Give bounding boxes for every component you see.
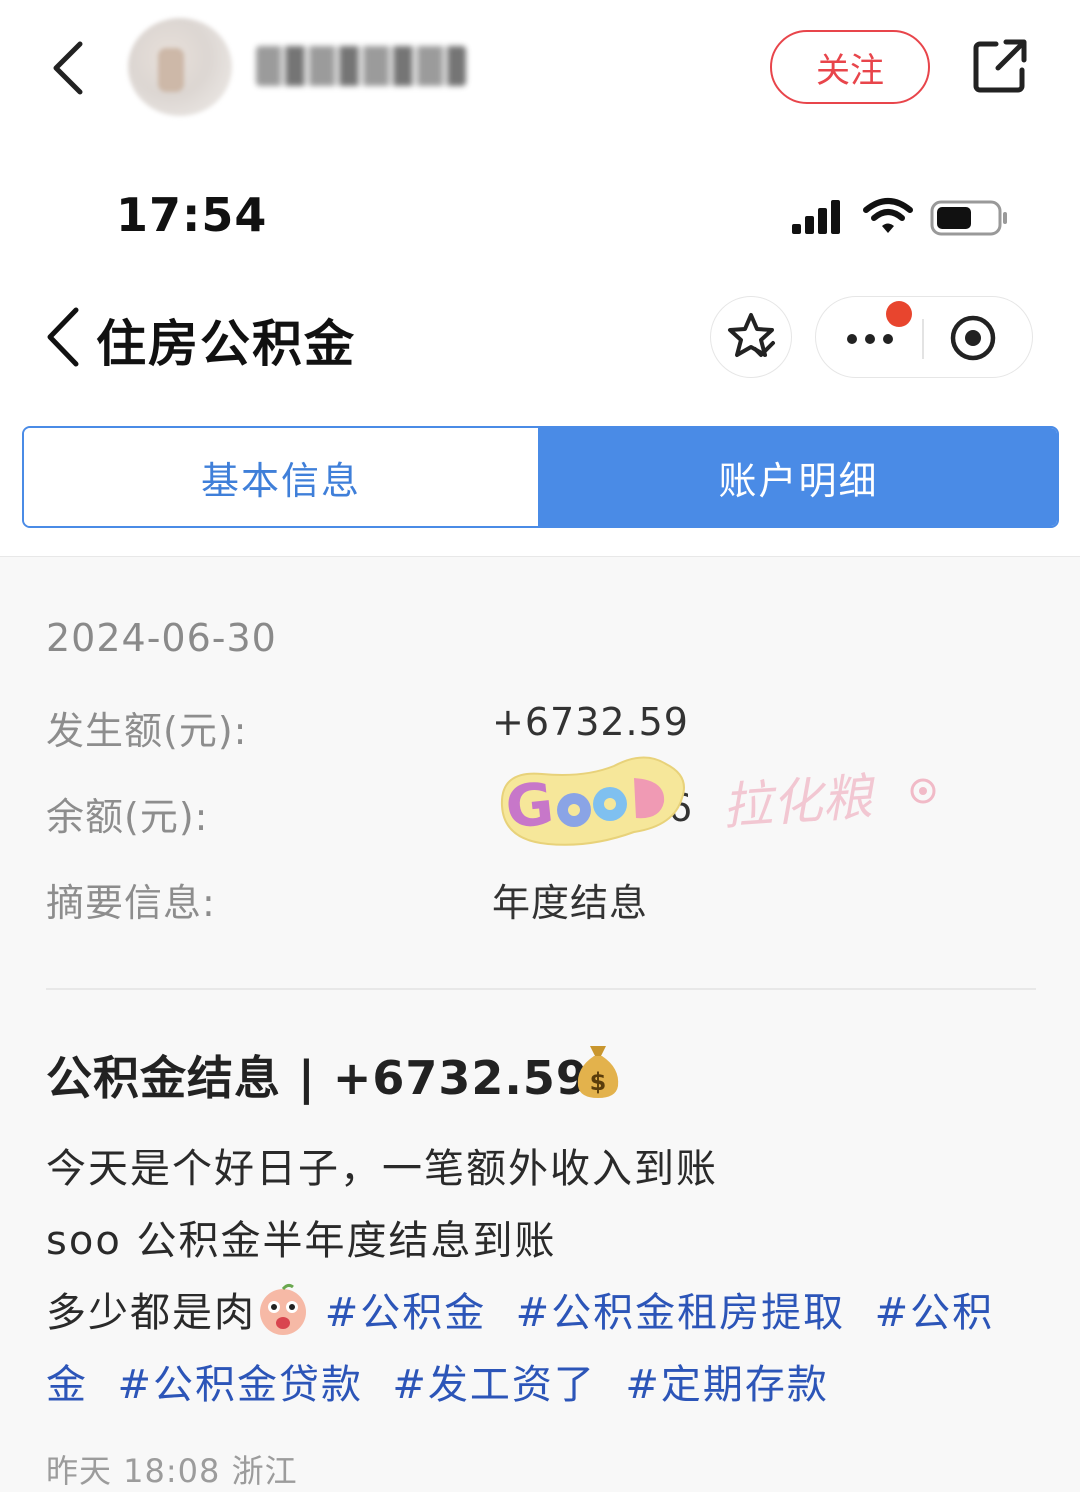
capsule-divider: [922, 319, 924, 359]
back-icon[interactable]: [46, 38, 96, 98]
amount-value: +6732.59: [492, 700, 689, 744]
svg-text:G: G: [502, 769, 556, 842]
avatar[interactable]: [128, 18, 232, 116]
record-date: 2024-06-30: [46, 616, 277, 660]
section-divider: [46, 988, 1036, 990]
status-time: 17:54: [116, 188, 268, 242]
post-line-4: 金 #公积金贷款 #发工资了 #定期存款: [46, 1352, 829, 1410]
post-line-3: 多少都是肉 #公积金 #公积金租房提取 #公积: [46, 1280, 994, 1338]
tab-basic-info[interactable]: 基本信息: [24, 428, 538, 526]
good-sticker: G: [500, 756, 685, 846]
face-emoji-icon: [260, 1283, 306, 1335]
mini-program-capsule: [815, 296, 1033, 378]
tab-account-detail[interactable]: 账户明细: [538, 428, 1057, 526]
wifi-icon: [863, 198, 913, 233]
post-line-2: soo 公积金半年度结息到账: [46, 1218, 557, 1264]
share-icon[interactable]: [970, 36, 1030, 96]
summary-value: 年度结息: [492, 881, 649, 925]
watermark-flower-icon: [910, 778, 936, 804]
hashtag-link[interactable]: #发工资了: [392, 1362, 596, 1408]
mp-back-icon[interactable]: [44, 306, 82, 368]
summary-label: 摘要信息:: [46, 881, 216, 925]
amount-label: 发生额(元):: [46, 709, 248, 753]
hashtag-link[interactable]: #公积金: [325, 1290, 487, 1336]
hashtag-link[interactable]: #公积金租房提取: [516, 1290, 846, 1336]
watermark: 拉化粮: [720, 767, 875, 837]
hashtag-link[interactable]: 金: [46, 1362, 88, 1408]
close-mp-icon[interactable]: [948, 313, 998, 363]
balance-label: 余额(元):: [46, 795, 209, 839]
hashtag-link[interactable]: #公积: [875, 1290, 995, 1336]
follow-button[interactable]: 关注: [770, 30, 930, 104]
tab-bar: 基本信息 账户明细: [22, 426, 1059, 528]
notification-dot: [886, 301, 912, 327]
battery-icon: [930, 200, 1007, 236]
signal-icon: [792, 200, 840, 234]
post-meta: 昨天 18:08 浙江: [46, 1452, 298, 1490]
svg-text:$: $: [590, 1068, 607, 1096]
favorite-button[interactable]: [710, 296, 792, 378]
page-title: 住房公积金: [96, 315, 356, 373]
post-title: 公积金结息 | +6732.59: [46, 1051, 589, 1105]
star-icon: [728, 313, 775, 357]
post-line-1: 今天是个好日子，一笔额外收入到账: [46, 1146, 718, 1192]
moneybag-icon: $: [577, 1046, 619, 1098]
more-icon[interactable]: [842, 325, 902, 351]
post-line-3-text: 多少都是肉: [46, 1290, 256, 1336]
hashtag-link[interactable]: #定期存款: [625, 1362, 829, 1408]
post-top-bar: 关注: [0, 0, 1080, 140]
hashtag-link[interactable]: #公积金贷款: [117, 1362, 363, 1408]
author-name-blurred[interactable]: [256, 46, 466, 86]
